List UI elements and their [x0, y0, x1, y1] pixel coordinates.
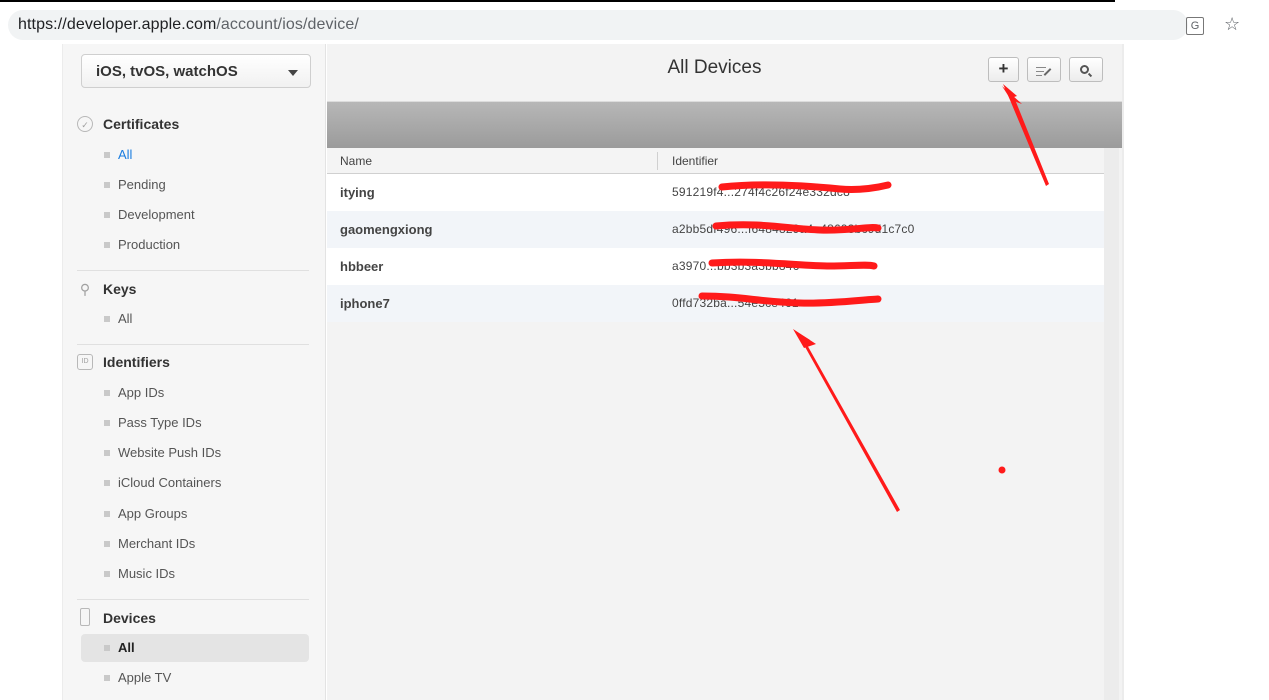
sidebar-item-label: Development: [118, 207, 195, 222]
sidebar-item-label: Pending: [118, 177, 166, 192]
sidebar-item-label: Website Push IDs: [118, 445, 222, 460]
section-title: Keys: [103, 281, 137, 297]
bullet: [104, 675, 110, 681]
bullet: [104, 242, 110, 248]
device-name: itying: [340, 185, 375, 200]
toolbar-band: [327, 102, 1122, 148]
sidebar-item-app-groups[interactable]: App Groups: [81, 500, 309, 528]
url-path: /account/ios/device/: [216, 16, 359, 33]
sidebar-item-icloud-containers[interactable]: iCloud Containers: [81, 469, 309, 497]
page: iOS, tvOS, watchOS ✓ Certificates All Pe…: [0, 42, 1269, 700]
divider: [77, 344, 309, 345]
sidebar-item-label: App IDs: [118, 385, 165, 400]
sidebar-item-pending[interactable]: Pending: [81, 171, 309, 199]
device-identifier: 0ffd732ba...54e5ce461: [672, 296, 799, 310]
sidebar-item-label: All: [118, 640, 135, 655]
bullet: [104, 511, 110, 517]
device-identifier: a2bb5df496...f6484829a4a48693bc9d1c7c0: [672, 222, 915, 236]
device-identifier: 591219f4...274f4c26f24e332dc8: [672, 185, 850, 199]
certificate-icon: ✓: [77, 116, 93, 132]
sidebar-item-devices-all[interactable]: All: [81, 634, 309, 662]
table-row[interactable]: hbbeer a3970...bb3b3a3bb846: [327, 248, 1104, 285]
bullet: [104, 316, 110, 322]
column-header-identifier[interactable]: Identifier: [672, 154, 718, 168]
sidebar: iOS, tvOS, watchOS ✓ Certificates All Pe…: [62, 44, 326, 700]
divider: [77, 270, 309, 271]
section-title: Certificates: [103, 116, 180, 132]
main-header: All Devices +: [327, 44, 1122, 102]
sidebar-item-website-push-ids[interactable]: Website Push IDs: [81, 439, 309, 467]
main-panel: All Devices + Name Identifier itying 591…: [327, 44, 1122, 700]
sidebar-item-music-ids[interactable]: Music IDs: [81, 560, 309, 588]
sidebar-item-label: iCloud Containers: [118, 475, 222, 490]
sidebar-item-label: Pass Type IDs: [118, 415, 202, 430]
table-row[interactable]: iphone7 0ffd732ba...54e5ce461: [327, 285, 1104, 322]
bullet: [104, 390, 110, 396]
sidebar-item-keys-all[interactable]: All: [81, 305, 309, 333]
platform-select[interactable]: iOS, tvOS, watchOS: [81, 54, 311, 88]
device-name: iphone7: [340, 296, 390, 311]
bookmark-star-icon[interactable]: ☆: [1224, 14, 1240, 34]
sidebar-item-label: Music IDs: [118, 566, 176, 581]
bullet: [104, 571, 110, 577]
table-row[interactable]: itying 591219f4...274f4c26f24e332dc8: [327, 174, 1104, 211]
chevron-down-icon: [288, 70, 298, 76]
sidebar-item-app-ids[interactable]: App IDs: [81, 379, 309, 407]
platform-select-label: iOS, tvOS, watchOS: [96, 63, 238, 80]
bullet: [104, 182, 110, 188]
device-name: gaomengxiong: [340, 222, 433, 237]
sidebar-item-label: Apple TV: [118, 670, 172, 685]
search-icon: [1080, 65, 1093, 78]
device-name: hbbeer: [340, 259, 384, 274]
plus-icon: +: [998, 59, 1009, 78]
bullet: [104, 541, 110, 547]
sidebar-item-development[interactable]: Development: [81, 201, 309, 229]
column-separator: [657, 152, 658, 170]
sidebar-item-label: Production: [118, 237, 181, 252]
sidebar-item-label: All: [118, 311, 133, 326]
right-gutter: [1122, 44, 1124, 700]
sidebar-item-certificates-all[interactable]: All: [81, 141, 309, 169]
table-header: Name Identifier: [327, 148, 1104, 174]
sidebar-item-pass-type-ids[interactable]: Pass Type IDs: [81, 409, 309, 437]
search-button[interactable]: [1069, 57, 1103, 82]
edit-icon: [1036, 66, 1052, 78]
device-identifier: a3970...bb3b3a3bb846: [672, 259, 800, 273]
sidebar-item-label: All: [118, 147, 133, 162]
browser-address-bar: https://developer.apple.com/account/ios/…: [0, 2, 1269, 42]
divider: [77, 599, 309, 600]
translate-icon[interactable]: G: [1186, 17, 1204, 35]
bullet: [104, 645, 110, 651]
url-host: https://developer.apple.com: [18, 16, 217, 33]
sidebar-item-label: App Groups: [118, 506, 188, 521]
section-title: Devices: [103, 610, 156, 626]
url-text[interactable]: https://developer.apple.com/account/ios/…: [18, 16, 359, 34]
bullet: [104, 212, 110, 218]
edit-button[interactable]: [1027, 57, 1061, 82]
section-title: Identifiers: [103, 354, 170, 370]
bullet: [104, 450, 110, 456]
key-icon: ⚲: [79, 281, 91, 297]
sidebar-item-production[interactable]: Production: [81, 231, 309, 259]
bullet: [104, 420, 110, 426]
column-header-name[interactable]: Name: [340, 154, 372, 168]
device-icon: [80, 608, 90, 626]
sidebar-item-merchant-ids[interactable]: Merchant IDs: [81, 530, 309, 558]
bullet: [104, 480, 110, 486]
id-card-icon: ID: [77, 354, 93, 370]
devices-table: Name Identifier itying 591219f4...274f4c…: [327, 148, 1104, 322]
sidebar-item-label: Merchant IDs: [118, 536, 196, 551]
add-device-button[interactable]: +: [988, 57, 1019, 82]
bullet: [104, 152, 110, 158]
sidebar-item-apple-tv[interactable]: Apple TV: [81, 664, 309, 692]
table-scrollbar[interactable]: [1104, 148, 1119, 700]
page-title: All Devices: [667, 57, 762, 78]
table-row[interactable]: gaomengxiong a2bb5df496...f6484829a4a486…: [327, 211, 1104, 248]
